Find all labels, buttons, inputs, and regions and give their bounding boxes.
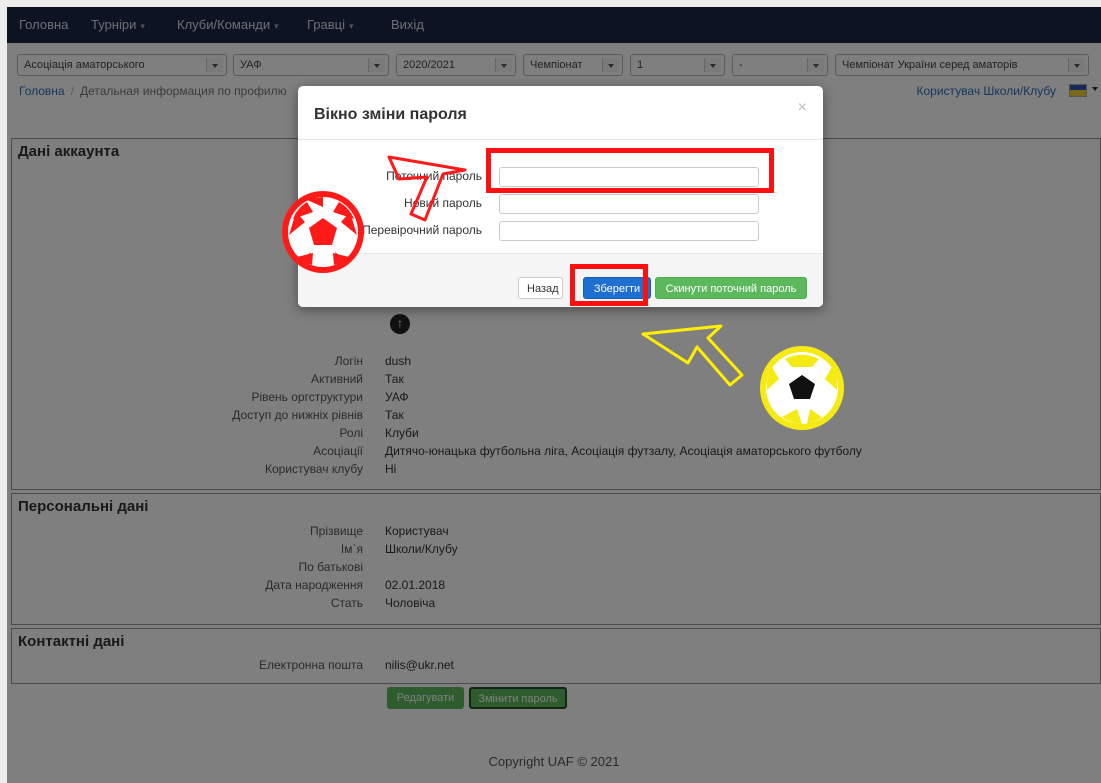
- app-window: Головна Турніри▾ Клуби/Команди▾ Гравці▾ …: [7, 7, 1101, 783]
- arrow-red-icon: [387, 155, 467, 222]
- annotation-layer: [282, 155, 844, 430]
- arrow-yellow-icon: [641, 324, 744, 387]
- soccer-ball-yellow-icon: [760, 346, 844, 430]
- soccer-ball-red-icon: [282, 191, 364, 273]
